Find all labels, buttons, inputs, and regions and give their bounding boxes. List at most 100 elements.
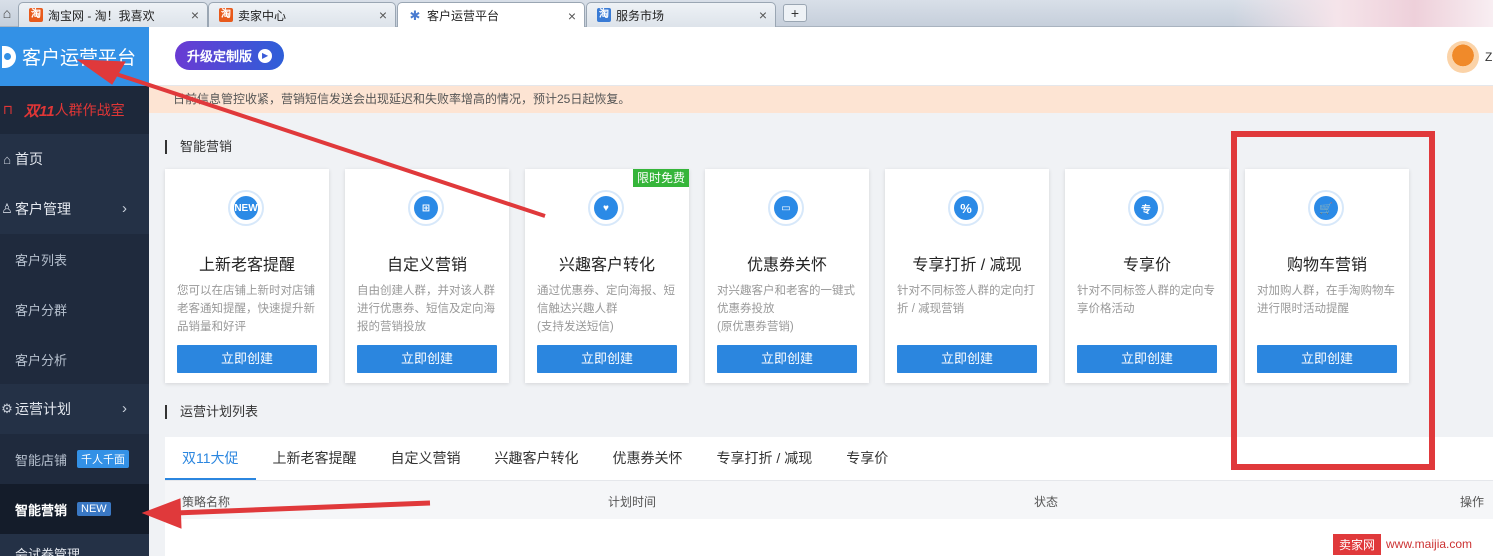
personalized-badge: 千人千面	[77, 450, 130, 468]
sidebar-item-customer-list[interactable]: 客户列表	[0, 234, 149, 284]
tab-label: 服务市场	[616, 8, 665, 23]
plan-list-panel: 双11大促 上新老客提醒 自定义营销 兴趣客户转化 优惠券关怀 专享打折 / 减…	[165, 437, 1493, 556]
create-button[interactable]: 立即创建	[717, 345, 857, 373]
create-button[interactable]: 立即创建	[537, 345, 677, 373]
tab-new-arrival-reminder[interactable]: 上新老客提醒	[256, 436, 374, 480]
new-tab-button[interactable]: +	[783, 4, 807, 22]
close-icon[interactable]: ×	[759, 7, 767, 23]
cart-icon: 🛒	[1308, 190, 1344, 226]
gear-icon: ⚙	[1, 401, 13, 416]
card-cart-marketing: 🛒 购物车营销 对加购人群，在手淘购物车进行限时活动提醒 立即创建	[1245, 169, 1409, 383]
top-bar: 升级定制版 ▶ Z	[149, 27, 1493, 86]
gift-icon: ⊞	[408, 190, 444, 226]
close-icon[interactable]: ×	[379, 7, 387, 23]
main-content: 升级定制版 ▶ Z 日前信息管控收紧，营销短信发送会出现延迟和失败率增高的情况，…	[149, 27, 1493, 556]
sidebar-item-partial[interactable]: 会试卷管理	[0, 534, 149, 556]
platform-logo-icon	[2, 45, 16, 68]
card-custom-marketing: ⊞ 自定义营销 自由创建人群，并对该人群进行优惠券、短信及定向海报的营销投放 立…	[345, 169, 509, 383]
tab-exclusive-price[interactable]: 专享价	[829, 436, 905, 480]
sidebar-item-customer-management[interactable]: ♙ 客户管理 ›	[0, 184, 149, 234]
create-button[interactable]: 立即创建	[1257, 345, 1397, 373]
create-button[interactable]: 立即创建	[897, 345, 1037, 373]
column-actions: 操作	[1460, 495, 1485, 509]
platform-brand[interactable]: 客户运营平台	[0, 27, 149, 86]
card-title: 优惠券关怀	[746, 257, 827, 274]
avatar[interactable]	[1447, 41, 1479, 73]
home-icon[interactable]: ⌂	[0, 4, 14, 22]
sidebar-item-label: 客户列表	[15, 252, 68, 268]
watermark: 卖家网 www.maijia.com	[1333, 532, 1493, 556]
percent-icon: %	[948, 190, 984, 226]
browser-tab-seller-center[interactable]: 淘 卖家中心 ×	[208, 2, 396, 27]
cherry-blossom-decoration	[1233, 0, 1493, 27]
column-plan-time: 计划时间	[608, 495, 657, 509]
sidebar-item-home[interactable]: ⌂ 首页	[0, 134, 149, 184]
flag-icon: ⊓	[2, 102, 14, 117]
card-coupon-care: ▭ 优惠券关怀 对兴趣客户和老客的一键式优惠券投放 (原优惠券营销) 立即创建	[705, 169, 869, 383]
card-description: 对兴趣客户和老客的一键式优惠券投放 (原优惠券营销)	[717, 285, 855, 333]
card-description: 对加购人群，在手淘购物车进行限时活动提醒	[1257, 285, 1395, 315]
sidebar-item-customer-groups[interactable]: 客户分群	[0, 284, 149, 334]
card-interest-conversion: 限时免费 ♥ 兴趣客户转化 通过优惠券、定向海报、短信触达兴趣人群 (支持发送短…	[525, 169, 689, 383]
section-title-plan-list: 运营计划列表	[165, 405, 258, 419]
brand-title: 客户运营平台	[22, 48, 137, 69]
sidebar-item-label: 客户分析	[15, 352, 68, 368]
card-exclusive-price: 专 专享价 针对不同标签人群的定向专享价格活动 立即创建	[1065, 169, 1229, 383]
coupon-icon: ▭	[768, 190, 804, 226]
browser-tab-service-market[interactable]: 淘 服务市场 ×	[586, 2, 776, 27]
tab-label: 淘宝网 - 淘！我喜欢	[48, 8, 155, 23]
tab-coupon-care[interactable]: 优惠券关怀	[596, 436, 700, 480]
tab-double11[interactable]: 双11大促	[165, 436, 256, 480]
create-button[interactable]: 立即创建	[357, 345, 497, 373]
card-title: 购物车营销	[1286, 257, 1367, 274]
sidebar-item-label: 客户分群	[15, 302, 68, 318]
browser-tab-taobao[interactable]: 淘 淘宝网 - 淘！我喜欢 ×	[18, 2, 208, 27]
sidebar-item-operation-plan[interactable]: ⚙ 运营计划 ›	[0, 384, 149, 434]
card-title: 专享价	[1122, 257, 1171, 274]
sidebar-item-label: 客户管理	[15, 201, 71, 217]
upgrade-button[interactable]: 升级定制版 ▶	[175, 41, 284, 70]
tab-interest-conversion[interactable]: 兴趣客户转化	[478, 436, 596, 480]
new-icon: NEW	[228, 190, 264, 226]
new-badge: NEW	[77, 502, 111, 516]
double11-label: 双11	[24, 102, 55, 120]
card-description: 通过优惠券、定向海报、短信触达兴趣人群 (支持发送短信)	[537, 285, 675, 333]
browser-tab-strip: ⌂ 淘 淘宝网 - 淘！我喜欢 × 淘 卖家中心 × ✱ 客户运营平台 × 淘 …	[0, 0, 1493, 28]
sidebar-item-label: 首页	[15, 151, 43, 167]
play-icon: ▶	[258, 48, 273, 63]
double11-war-room-link[interactable]: ⊓ 双11 人群作战室	[0, 86, 149, 134]
card-description: 自由创建人群，并对该人群进行优惠券、短信及定向海报的营销投放	[357, 285, 495, 333]
person-icon: ♙	[1, 201, 13, 216]
war-room-label: 人群作战室	[54, 102, 125, 118]
sidebar-item-smart-store[interactable]: 智能店铺 千人千面	[0, 434, 149, 484]
free-tag: 限时免费	[632, 169, 689, 187]
card-title: 自定义营销	[386, 257, 467, 274]
plan-tabs: 双11大促 上新老客提醒 自定义营销 兴趣客户转化 优惠券关怀 专享打折 / 减…	[165, 437, 1493, 481]
create-button[interactable]: 立即创建	[177, 345, 317, 373]
column-strategy-name: 策略名称	[182, 495, 231, 509]
user-name[interactable]: Z	[1485, 50, 1492, 64]
card-description: 针对不同标签人群的定向打折 / 减现营销	[897, 285, 1035, 315]
plan-table-header: 策略名称 计划时间 状态 操作	[165, 481, 1493, 519]
marketing-cards: NEW 上新老客提醒 您可以在店铺上新时对店铺老客通知提醒，快速提升新品销量和好…	[165, 169, 1445, 383]
tab-exclusive-discount[interactable]: 专享打折 / 减现	[700, 436, 830, 480]
chevron-right-icon: ›	[122, 200, 127, 217]
close-icon[interactable]: ×	[568, 8, 576, 24]
sidebar-item-smart-marketing[interactable]: 智能营销 NEW	[0, 484, 149, 534]
tab-custom-marketing[interactable]: 自定义营销	[374, 436, 478, 480]
chevron-right-icon: ›	[122, 400, 127, 417]
create-button[interactable]: 立即创建	[1077, 345, 1217, 373]
notice-banner: 日前信息管控收紧，营销短信发送会出现延迟和失败率增高的情况，预计25日起恢复。	[149, 86, 1493, 113]
exclusive-price-icon: 专	[1128, 190, 1164, 226]
heart-icon: ♥	[588, 190, 624, 226]
sidebar-item-customer-analysis[interactable]: 客户分析	[0, 334, 149, 384]
loading-icon: ✱	[409, 7, 421, 23]
sidebar-item-label: 运营计划	[15, 401, 71, 417]
card-new-arrival-reminder: NEW 上新老客提醒 您可以在店铺上新时对店铺老客通知提醒，快速提升新品销量和好…	[165, 169, 329, 383]
column-status: 状态	[1034, 495, 1059, 509]
sidebar-item-label: 会试卷管理	[15, 547, 81, 556]
browser-tab-customer-platform[interactable]: ✱ 客户运营平台 ×	[397, 2, 585, 28]
home-icon: ⌂	[3, 151, 11, 167]
close-icon[interactable]: ×	[191, 7, 199, 23]
taobao-icon: 淘	[597, 8, 611, 22]
